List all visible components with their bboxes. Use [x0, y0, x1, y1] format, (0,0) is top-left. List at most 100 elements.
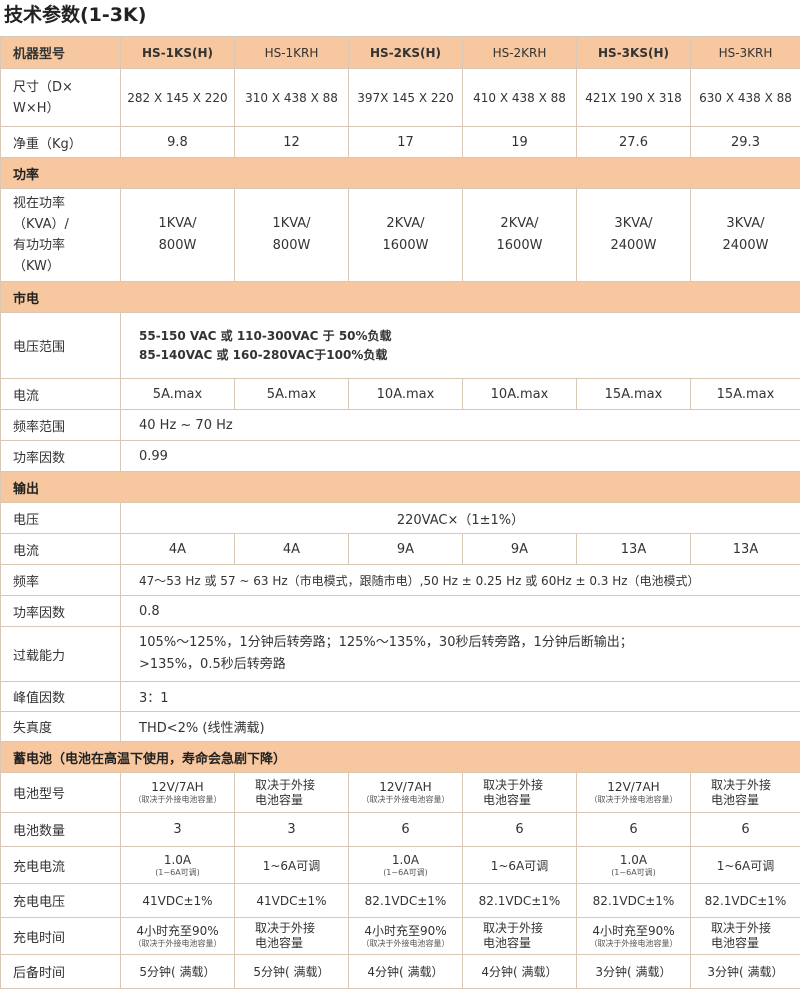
mains-current-value: 10A.max: [348, 378, 463, 410]
power-kva: 1KVA/: [272, 216, 311, 231]
power-value: 1KVA/800W: [120, 188, 235, 282]
power-value: 2KVA/1600W: [348, 188, 463, 282]
charge-current-note: (1~6A可调): [383, 867, 428, 877]
charge-time-main: 取决于外接: [711, 921, 772, 935]
battery-count-row: 电池数量 3 3 6 6 6 6: [0, 812, 800, 847]
crest-row: 峰值因数 3：1: [0, 681, 800, 712]
charge-current-main: 1~6A可调: [716, 858, 775, 873]
charge-time-main: 取决于外接: [255, 921, 316, 935]
size-label: 尺寸（D× W×H）: [0, 68, 121, 127]
mains-current-value: 15A.max: [576, 378, 691, 410]
overload-value: 105%～125%，1分钟后转旁路；125%～135%，30秒后转旁路，1分钟后…: [120, 626, 800, 682]
charge-current-main: 1.0A: [619, 852, 648, 867]
charge-voltage-value: 82.1VDC±1%: [576, 883, 691, 918]
weight-value: 19: [462, 126, 577, 158]
mains-voltage-line: 85-140VAC 或 160-280VAC于100%负载: [139, 347, 388, 362]
output-current-label: 电流: [0, 533, 121, 565]
charge-time-main: 4小时充至90%: [592, 923, 675, 938]
model-header-row: 机器型号 HS-1KS(H) HS-1KRH HS-2KS(H) HS-2KRH…: [0, 36, 800, 69]
charge-voltage-value: 82.1VDC±1%: [690, 883, 800, 918]
weight-value: 9.8: [120, 126, 235, 158]
battery-type-note: （取决于外接电池容量）: [589, 795, 678, 804]
charge-time-value: 取决于外接 电池容量: [690, 917, 800, 955]
battery-count-label: 电池数量: [0, 812, 121, 847]
output-pf-label: 功率因数: [0, 595, 121, 627]
power-row: 视在功率 （KVA）/ 有功功率 （KW） 1KVA/800W 1KVA/800…: [0, 188, 800, 282]
weight-label: 净重（Kg）: [0, 126, 121, 158]
battery-type-note: 电池容量: [711, 792, 760, 807]
section-power: 功率: [0, 157, 800, 189]
weight-value: 12: [234, 126, 349, 158]
battery-type-note: 电池容量: [255, 792, 304, 807]
size-value: 310 X 438 X 88: [234, 68, 349, 127]
battery-type-main: 12V/7AH: [151, 780, 204, 794]
output-current-row: 电流 4A 4A 9A 9A 13A 13A: [0, 533, 800, 565]
charge-current-main: 1~6A可调: [262, 858, 321, 873]
size-row: 尺寸（D× W×H） 282 X 145 X 220 310 X 438 X 8…: [0, 68, 800, 127]
section-title: 市电: [0, 281, 800, 313]
charge-current-row: 充电电流 1.0A (1~6A可调) 1~6A可调 1.0A (1~6A可调) 1~…: [0, 846, 800, 884]
power-label: 视在功率 （KVA）/ 有功功率 （KW）: [0, 188, 121, 282]
power-kva: 3KVA/: [726, 216, 765, 231]
mains-voltage-label: 电压范围: [0, 312, 121, 379]
mains-current-value: 15A.max: [690, 378, 800, 410]
weight-row: 净重（Kg） 9.8 12 17 19 27.6 29.3: [0, 126, 800, 158]
model-label: 机器型号: [0, 36, 121, 69]
battery-type-note: （取决于外接电池容量）: [133, 795, 222, 804]
charge-time-main: 4小时充至90%: [364, 923, 447, 938]
power-kva: 2KVA/: [500, 216, 539, 231]
power-value: 3KVA/2400W: [576, 188, 691, 282]
battery-count-value: 6: [576, 812, 691, 847]
charge-current-main: 1.0A: [391, 852, 420, 867]
charge-time-note: （取决于外接电池容量）: [361, 938, 450, 948]
battery-type-main: 取决于外接: [711, 777, 772, 792]
section-title: 输出: [0, 471, 800, 503]
battery-type-main: 12V/7AH: [607, 780, 660, 794]
size-value: 410 X 438 X 88: [462, 68, 577, 127]
backup-time-value: 4分钟( 满载）: [348, 954, 463, 989]
charge-current-label: 充电电流: [0, 846, 121, 884]
overload-line: 105%～125%，1分钟后转旁路；125%～135%，30秒后转旁路，1分钟后…: [139, 635, 633, 650]
weight-value: 17: [348, 126, 463, 158]
power-kw: 1600W: [382, 238, 429, 253]
battery-type-main: 取决于外接: [255, 777, 316, 792]
mains-pf-value: 0.99: [120, 440, 800, 472]
overload-row: 过载能力 105%～125%，1分钟后转旁路；125%～135%，30秒后转旁路…: [0, 626, 800, 682]
power-kw: 800W: [272, 238, 311, 253]
output-current-value: 9A: [462, 533, 577, 565]
backup-time-value: 3分钟( 满载）: [690, 954, 800, 989]
battery-type-note: （取决于外接电池容量）: [361, 795, 450, 804]
mains-voltage-row: 电压范围 55-150 VAC 或 110-300VAC 于 50%负载 85-…: [0, 312, 800, 379]
charge-time-note: 电池容量: [711, 936, 760, 950]
battery-type-value: 12V/7AH （取决于外接电池容量）: [120, 772, 235, 813]
power-label-line: （KVA）/: [13, 217, 69, 232]
battery-count-value: 3: [234, 812, 349, 847]
battery-type-value: 12V/7AH （取决于外接电池容量）: [576, 772, 691, 813]
output-voltage-value: 220VAC×（1±1%）: [120, 502, 800, 534]
charge-voltage-value: 41VDC±1%: [120, 883, 235, 918]
thd-row: 失真度 THD<2% (线性满载): [0, 711, 800, 742]
backup-time-value: 4分钟( 满载）: [462, 954, 577, 989]
charge-voltage-row: 充电电压 41VDC±1% 41VDC±1% 82.1VDC±1% 82.1VD…: [0, 883, 800, 918]
size-label-line: 尺寸（D×: [13, 79, 73, 95]
charge-time-note: 电池容量: [255, 936, 304, 950]
battery-type-value: 取决于外接 电池容量: [234, 772, 349, 813]
battery-type-value: 12V/7AH （取决于外接电池容量）: [348, 772, 463, 813]
charge-time-note: （取决于外接电池容量）: [133, 938, 222, 948]
power-value: 3KVA/2400W: [690, 188, 800, 282]
battery-type-value: 取决于外接 电池容量: [690, 772, 800, 813]
charge-current-note: (1~6A可调): [611, 867, 656, 877]
mains-frequency-value: 40 Hz ~ 70 Hz: [120, 409, 800, 441]
charge-current-value: 1~6A可调: [234, 846, 349, 884]
battery-count-value: 3: [120, 812, 235, 847]
section-output: 输出: [0, 471, 800, 503]
charge-current-value: 1.0A (1~6A可调): [576, 846, 691, 884]
thd-label: 失真度: [0, 711, 121, 742]
charge-voltage-value: 82.1VDC±1%: [462, 883, 577, 918]
section-title: 功率: [0, 157, 800, 189]
mains-frequency-label: 频率范围: [0, 409, 121, 441]
battery-count-value: 6: [462, 812, 577, 847]
mains-voltage-value: 55-150 VAC 或 110-300VAC 于 50%负载 85-140VA…: [120, 312, 800, 379]
crest-label: 峰值因数: [0, 681, 121, 712]
weight-value: 29.3: [690, 126, 800, 158]
